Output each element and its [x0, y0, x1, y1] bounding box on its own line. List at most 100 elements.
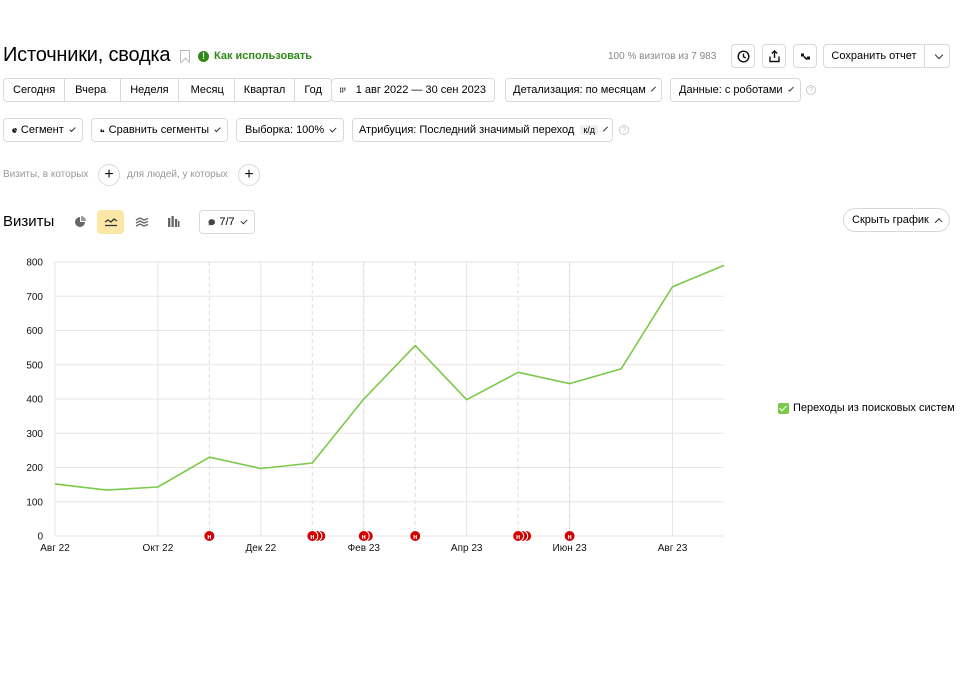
- period-yesterday[interactable]: Вчера: [65, 79, 122, 101]
- data-select[interactable]: Данные: с роботами: [670, 78, 801, 102]
- chevron-down-icon: [329, 125, 337, 132]
- series-line: [54, 264, 725, 491]
- data-point: [362, 397, 366, 401]
- data-point: [259, 467, 263, 471]
- area-chart-type-button[interactable]: [128, 210, 155, 234]
- legend-checkbox[interactable]: [778, 402, 789, 414]
- segment-button[interactable]: Сегмент: [3, 118, 83, 142]
- help-icon[interactable]: ?: [806, 85, 816, 95]
- hide-chart-button[interactable]: Скрыть график: [843, 208, 950, 232]
- note-marker-label: н: [567, 534, 571, 541]
- chart-title: Визиты: [3, 213, 55, 230]
- x-tick-label: Авг 22: [40, 543, 70, 554]
- bookmark-icon[interactable]: [180, 50, 190, 63]
- y-tick-label: 400: [26, 395, 43, 406]
- data-point: [156, 485, 160, 489]
- y-tick-label: 0: [37, 532, 43, 543]
- period-today[interactable]: Сегодня: [4, 79, 66, 101]
- pie-chart-type-button[interactable]: [66, 210, 93, 234]
- notes-toggle-button[interactable]: 7/7: [199, 210, 255, 234]
- share-icon: [768, 49, 780, 62]
- history-button[interactable]: [731, 44, 755, 68]
- y-tick-label: 800: [26, 258, 43, 269]
- compare-segments-button[interactable]: Сравнить сегменты: [91, 118, 228, 142]
- data-point: [671, 285, 675, 289]
- data-point: [722, 263, 726, 267]
- note-marker-label: н: [310, 534, 314, 541]
- y-axis-ticks: 0 100 200 300 400 500 600 700 800: [26, 258, 43, 543]
- sample-select[interactable]: Выборка: 100%: [236, 118, 344, 142]
- save-report-button[interactable]: Сохранить отчет: [823, 44, 925, 68]
- plus-icon: +: [244, 166, 254, 183]
- period-week[interactable]: Неделя: [121, 79, 179, 101]
- segment-label: Сегмент: [20, 124, 64, 136]
- data-point: [465, 398, 469, 402]
- y-tick-label: 500: [26, 360, 43, 371]
- how-to-use-link[interactable]: ! Как использовать: [198, 50, 312, 62]
- visits-line-chart: 0 100 200 300 400 500 600 700 800 Авг 22 Окт 22 Де…: [26, 258, 726, 554]
- clock-icon: [736, 49, 750, 63]
- chevron-down-icon: [934, 50, 943, 59]
- calendar-icon: [340, 87, 346, 93]
- chevron-down-icon: [240, 216, 248, 225]
- attribution-badge: к/д: [580, 125, 599, 135]
- data-point: [619, 367, 623, 371]
- chevron-down-icon: [603, 126, 609, 131]
- legend-series-label: Переходы из поисковых систем: [793, 402, 955, 414]
- period-quarter[interactable]: Квартал: [235, 79, 296, 101]
- hide-chart-label: Скрыть график: [852, 214, 929, 226]
- visits-sample-info: 100 % визитов из 7 983: [608, 51, 717, 62]
- line-chart-type-button[interactable]: [97, 210, 124, 234]
- date-range-button[interactable]: 1 авг 2022 — 30 сен 2023: [331, 78, 495, 102]
- data-point: [568, 382, 572, 386]
- x-tick-label: Окт 22: [143, 543, 174, 554]
- save-report-menu-button[interactable]: [924, 44, 950, 68]
- y-tick-label: 600: [26, 326, 43, 337]
- help-icon[interactable]: ?: [619, 125, 629, 135]
- date-range-label: 1 авг 2022 — 30 сен 2023: [355, 84, 486, 96]
- y-tick-label: 200: [26, 463, 43, 474]
- comment-icon: [208, 218, 216, 226]
- data-label: Данные: с роботами: [679, 84, 783, 96]
- y-tick-label: 100: [26, 497, 43, 508]
- page-title: Источники, сводка: [3, 44, 171, 66]
- bar-chart-type-button[interactable]: [160, 210, 187, 234]
- x-tick-label: Дек 22: [246, 543, 277, 554]
- stacked-area-icon: [135, 216, 148, 227]
- y-tick-label: 300: [26, 429, 43, 440]
- detail-select[interactable]: Детализация: по месяцам: [505, 78, 662, 102]
- attribution-label: Атрибуция: Последний значимый переход: [358, 124, 575, 136]
- info-icon: !: [198, 50, 209, 62]
- period-year[interactable]: Год: [295, 79, 331, 101]
- data-point: [516, 370, 520, 374]
- plus-icon: +: [104, 166, 114, 183]
- x-tick-label: Июн 23: [553, 543, 588, 554]
- chevron-up-icon: [934, 217, 943, 226]
- x-tick-label: Авг 23: [658, 543, 688, 554]
- chevron-down-icon: [787, 85, 794, 92]
- add-visit-filter-button[interactable]: +: [98, 164, 120, 186]
- visits-filter-label: Визиты, в которых: [3, 169, 89, 180]
- x-tick-label: Фев 23: [348, 543, 381, 554]
- data-point: [413, 344, 417, 348]
- api-button[interactable]: [793, 44, 817, 68]
- period-month[interactable]: Месяц: [179, 79, 235, 101]
- compare-drops-icon: [100, 128, 105, 132]
- how-to-use-label: Как использовать: [214, 50, 313, 62]
- period-selector: Сегодня Вчера Неделя Месяц Квартал Год: [3, 78, 332, 102]
- data-point: [310, 461, 314, 465]
- chevron-down-icon: [214, 125, 221, 132]
- compare-label: Сравнить сегменты: [108, 124, 210, 136]
- add-people-filter-button[interactable]: +: [238, 164, 260, 186]
- note-marker-label: н: [362, 534, 366, 541]
- export-button[interactable]: [762, 44, 786, 68]
- api-icon: [800, 53, 810, 60]
- pie-chart-icon: [74, 216, 86, 227]
- data-point: [53, 482, 57, 486]
- attribution-select[interactable]: Атрибуция: Последний значимый переход к/…: [352, 118, 613, 142]
- chart-legend[interactable]: Переходы из поисковых систем: [778, 402, 955, 414]
- x-tick-label: Апр 23: [451, 543, 483, 554]
- note-marker-label: н: [516, 534, 520, 541]
- chevron-down-icon: [650, 86, 656, 91]
- bar-chart-icon: [168, 216, 180, 227]
